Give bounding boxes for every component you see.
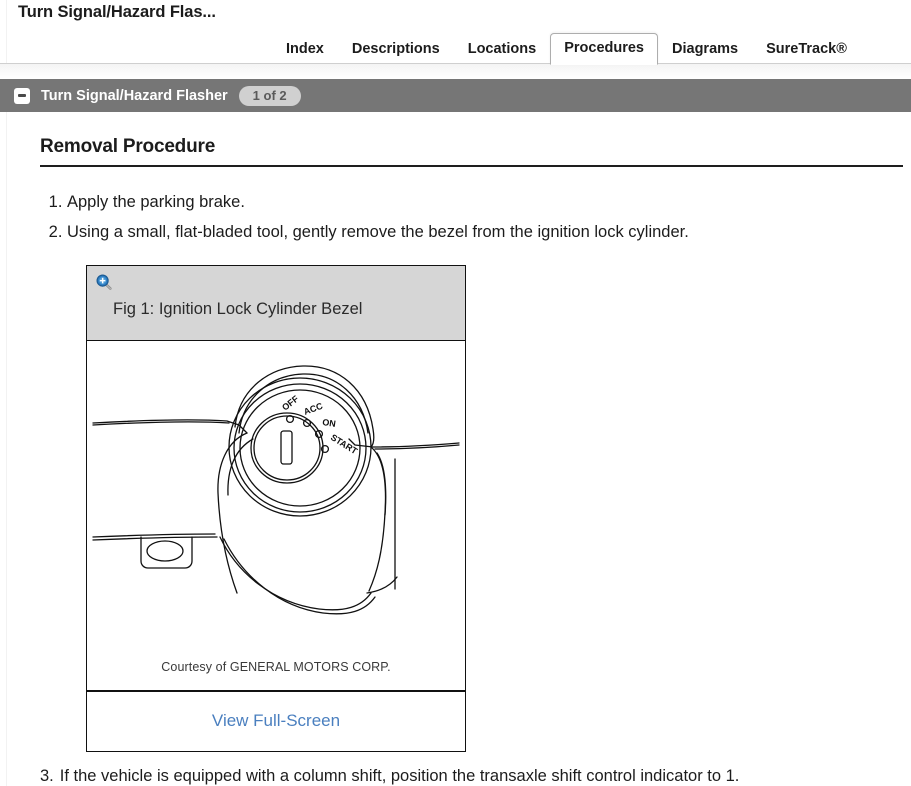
tab-index[interactable]: Index — [272, 34, 338, 65]
tabbar-underline — [0, 63, 911, 64]
section-title: Turn Signal/Hazard Flasher — [41, 88, 228, 104]
figure-caption: Fig 1: Ignition Lock Cylinder Bezel — [113, 300, 362, 319]
figure-courtesy: Courtesy of GENERAL MOTORS CORP. — [87, 660, 465, 674]
switch-label-start: START — [329, 432, 360, 456]
ignition-lock-drawing: OFF ACC ON START — [87, 341, 464, 675]
page-title: Turn Signal/Hazard Flas... — [18, 3, 216, 22]
view-full-screen-link[interactable]: View Full-Screen — [212, 711, 340, 731]
minus-icon[interactable] — [14, 88, 30, 104]
tab-suretrack[interactable]: SureTrack® — [752, 34, 861, 65]
procedure-step-list: Apply the parking brake. Using a small, … — [40, 187, 911, 247]
magnifier-plus-icon[interactable] — [96, 274, 113, 291]
switch-label-acc: ACC — [302, 401, 324, 417]
figure-panel: Fig 1: Ignition Lock Cylinder Bezel — [86, 265, 466, 752]
switch-label-off: OFF — [280, 393, 301, 412]
section-header-bar: Turn Signal/Hazard Flasher 1 of 2 — [0, 79, 911, 112]
list-item: 3. If the vehicle is equipped with a colu… — [40, 767, 739, 786]
tab-procedures[interactable]: Procedures — [550, 33, 658, 65]
status-badge: 1 of 2 — [239, 86, 301, 106]
tabbar-shadow-band — [0, 64, 911, 79]
tab-diagrams[interactable]: Diagrams — [658, 34, 752, 65]
figure-footer: View Full-Screen — [87, 692, 465, 750]
figure-illustration: OFF ACC ON START — [87, 341, 465, 675]
list-item: Using a small, flat-bladed tool, gently … — [67, 217, 911, 247]
figure-header: Fig 1: Ignition Lock Cylinder Bezel — [87, 266, 465, 341]
step-number: 3. — [40, 767, 54, 785]
page-heading: Removal Procedure — [40, 136, 215, 158]
heading-divider — [40, 165, 903, 167]
switch-label-on: ON — [322, 417, 337, 429]
list-item: Apply the parking brake. — [67, 187, 911, 217]
tab-locations[interactable]: Locations — [454, 34, 550, 65]
left-edge-rule — [6, 0, 7, 786]
tab-bar: Index Descriptions Locations Procedures … — [0, 28, 911, 64]
step-text: If the vehicle is equipped with a column… — [60, 767, 740, 785]
minus-icon-glyph — [18, 94, 26, 97]
tab-descriptions[interactable]: Descriptions — [338, 34, 454, 65]
